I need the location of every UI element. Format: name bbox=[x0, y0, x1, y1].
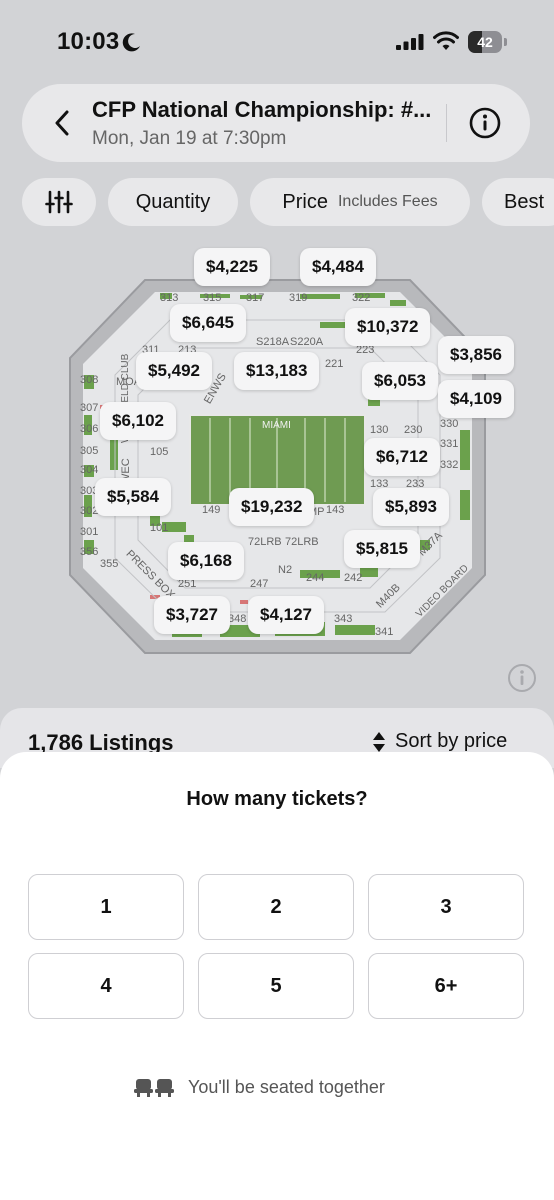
battery-icon: 42 bbox=[468, 31, 508, 53]
filter-bar: Quantity Price Includes Fees Best bbox=[0, 178, 554, 228]
seated-together-text: You'll be seated together bbox=[188, 1076, 385, 1097]
quantity-filter-label: Quantity bbox=[135, 190, 211, 213]
section-label[interactable]: 101 bbox=[150, 522, 168, 534]
section-label[interactable]: 317 bbox=[246, 292, 264, 304]
section-label[interactable]: 355 bbox=[100, 558, 118, 570]
filter-settings-button[interactable] bbox=[22, 178, 96, 226]
price-pin[interactable]: $5,492 bbox=[136, 352, 212, 390]
price-pin[interactable]: $6,168 bbox=[168, 542, 244, 580]
price-filter-chip[interactable]: Price Includes Fees bbox=[250, 178, 470, 226]
moon-icon bbox=[122, 33, 140, 52]
price-pin[interactable]: $5,893 bbox=[373, 488, 449, 526]
price-pin[interactable]: $6,712 bbox=[364, 438, 440, 476]
section-label[interactable]: 143 bbox=[326, 504, 344, 516]
battery-percent: 42 bbox=[477, 34, 493, 50]
section-label[interactable]: 149 bbox=[202, 504, 220, 516]
field-label: MIAMI bbox=[262, 420, 291, 431]
section-label[interactable]: 330 bbox=[440, 418, 458, 430]
quantity-option-5[interactable]: 5 bbox=[198, 953, 354, 1019]
price-pin[interactable]: $4,484 bbox=[300, 248, 376, 286]
event-header: CFP National Championship: #... Mon, Jan… bbox=[22, 84, 530, 162]
quantity-option-6-plus[interactable]: 6+ bbox=[368, 953, 524, 1019]
map-info-icon[interactable] bbox=[506, 662, 538, 694]
section-label[interactable]: 306 bbox=[80, 423, 98, 435]
price-pin[interactable]: $6,053 bbox=[362, 362, 438, 400]
price-pin[interactable]: $4,109 bbox=[438, 380, 514, 418]
price-pin[interactable]: $3,727 bbox=[154, 596, 230, 634]
section-label[interactable]: 247 bbox=[250, 578, 268, 590]
section-label[interactable]: 315 bbox=[203, 292, 221, 304]
info-icon[interactable] bbox=[468, 106, 502, 140]
ticket-quantity-sheet: How many tickets? 1 2 3 4 5 6+ You'll be… bbox=[0, 752, 554, 1200]
price-pin[interactable]: $10,372 bbox=[345, 308, 431, 346]
event-title[interactable]: CFP National Championship: #... bbox=[92, 97, 438, 123]
section-label[interactable]: 305 bbox=[80, 445, 98, 457]
section-label[interactable]: 244 bbox=[306, 572, 324, 584]
price-pin[interactable]: $4,127 bbox=[248, 596, 324, 634]
quantity-option-4[interactable]: 4 bbox=[28, 953, 184, 1019]
chevron-left-icon bbox=[55, 110, 69, 136]
section-label[interactable]: 341 bbox=[375, 626, 393, 638]
price-pin[interactable]: $13,183 bbox=[234, 352, 320, 390]
sheet-title: How many tickets? bbox=[186, 788, 368, 810]
sort-button[interactable]: Sort by price bbox=[372, 730, 507, 753]
event-date: Mon, Jan 19 at 7:30pm bbox=[92, 128, 287, 149]
section-label[interactable]: 130 bbox=[370, 424, 388, 436]
status-bar: 10:03 42 bbox=[0, 0, 554, 80]
price-filter-label: Price bbox=[282, 190, 328, 213]
quantity-option-2[interactable]: 2 bbox=[198, 874, 354, 940]
section-label[interactable]: 313 bbox=[160, 292, 178, 304]
quantity-option-1[interactable]: 1 bbox=[28, 874, 184, 940]
price-pin[interactable]: $6,645 bbox=[170, 304, 246, 342]
section-label[interactable]: 72LRB bbox=[285, 536, 319, 548]
section-label[interactable]: 221 bbox=[325, 358, 343, 370]
best-filter-chip[interactable]: Best bbox=[482, 178, 554, 226]
wifi-icon bbox=[433, 31, 459, 50]
section-label[interactable]: 304 bbox=[80, 464, 98, 476]
section-label[interactable]: 72LRB bbox=[248, 536, 282, 548]
price-pin[interactable]: $19,232 bbox=[229, 488, 315, 526]
quantity-option-3[interactable]: 3 bbox=[368, 874, 524, 940]
price-pin[interactable]: $6,102 bbox=[100, 402, 176, 440]
section-label[interactable]: N2 bbox=[278, 564, 292, 576]
best-filter-label: Best bbox=[504, 190, 545, 213]
header-divider bbox=[446, 104, 447, 142]
sort-label: Sort by price bbox=[395, 730, 508, 752]
section-label[interactable]: 348 bbox=[228, 613, 246, 625]
section-label[interactable]: S220A bbox=[290, 336, 323, 348]
status-time: 10:03 bbox=[57, 28, 120, 55]
sliders-icon bbox=[45, 190, 73, 214]
section-label[interactable]: 332 bbox=[440, 459, 458, 471]
section-label[interactable]: 307 bbox=[80, 402, 98, 414]
quantity-filter-chip[interactable]: Quantity bbox=[108, 178, 238, 226]
section-label[interactable]: 356 bbox=[80, 546, 98, 558]
price-pin[interactable]: $3,856 bbox=[438, 336, 514, 374]
section-label[interactable]: 105 bbox=[150, 446, 168, 458]
sort-icon bbox=[373, 731, 385, 752]
section-label[interactable]: 242 bbox=[344, 572, 362, 584]
section-label[interactable]: 343 bbox=[334, 613, 352, 625]
section-label[interactable]: 230 bbox=[404, 424, 422, 436]
price-pin[interactable]: $5,815 bbox=[344, 530, 420, 568]
price-pin[interactable]: $4,225 bbox=[194, 248, 270, 286]
price-filter-sublabel: Includes Fees bbox=[337, 193, 438, 210]
section-label[interactable]: 308 bbox=[80, 374, 98, 386]
section-label[interactable]: 319 bbox=[289, 292, 307, 304]
seats-icon bbox=[134, 1079, 174, 1097]
back-button[interactable] bbox=[44, 104, 80, 142]
section-label[interactable]: S218A bbox=[256, 336, 289, 348]
price-pin[interactable]: $5,584 bbox=[95, 478, 171, 516]
section-label[interactable]: 301 bbox=[80, 526, 98, 538]
stadium-map[interactable]: MIAMI WEST FIELD CLUB 313 315 317 319 32… bbox=[0, 240, 554, 710]
section-label[interactable]: 331 bbox=[440, 438, 458, 450]
section-label[interactable]: 322 bbox=[352, 292, 370, 304]
seated-together-note: You'll be seated together bbox=[134, 1074, 385, 1100]
cellular-signal-icon bbox=[396, 34, 424, 50]
